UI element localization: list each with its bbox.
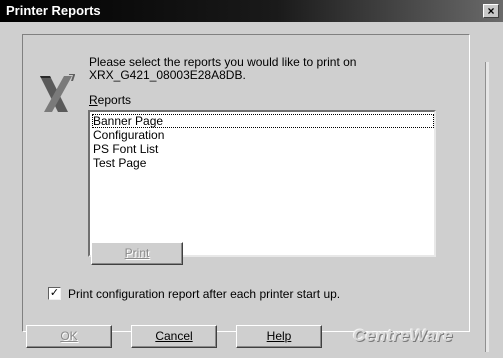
list-item-configuration[interactable]: Configuration [92,128,165,142]
list-item-test-page[interactable]: Test Page [92,156,147,170]
reports-listbox[interactable]: Banner Page Configuration PS Font List T… [88,110,436,257]
dialog-body: Please select the reports you would like… [0,22,503,358]
close-icon[interactable]: × [483,4,499,18]
instruction-text: Please select the reports you would like… [89,56,356,82]
xerox-x-logo-icon [40,74,75,112]
help-button-label: Help [266,329,292,343]
help-button[interactable]: Help [236,325,322,348]
cancel-button[interactable]: Cancel [131,325,217,348]
reports-label-text: eports [97,93,132,107]
startup-report-checkbox[interactable]: ✓ [48,287,61,300]
startup-report-label: Print configuration report after each pr… [68,287,341,301]
ok-button-label: OK [60,329,78,343]
print-button-label: Print [124,246,150,260]
list-item-ps-font-list[interactable]: PS Font List [92,142,159,156]
cancel-button-label: Cancel [155,329,193,343]
title-bar: Printer Reports × [0,0,503,22]
list-item-banner-page[interactable]: Banner Page [92,114,434,128]
ok-button[interactable]: OK [26,325,112,348]
side-strip [485,62,489,352]
centreware-brand: CentreWare [353,326,454,345]
printer-name: XRX_G421_08003E28A8DB. [89,68,246,82]
reports-label: Reports [89,93,131,107]
window-title: Printer Reports [6,3,101,18]
print-button[interactable]: Print [91,242,183,265]
reports-label-accel: R [89,93,98,107]
